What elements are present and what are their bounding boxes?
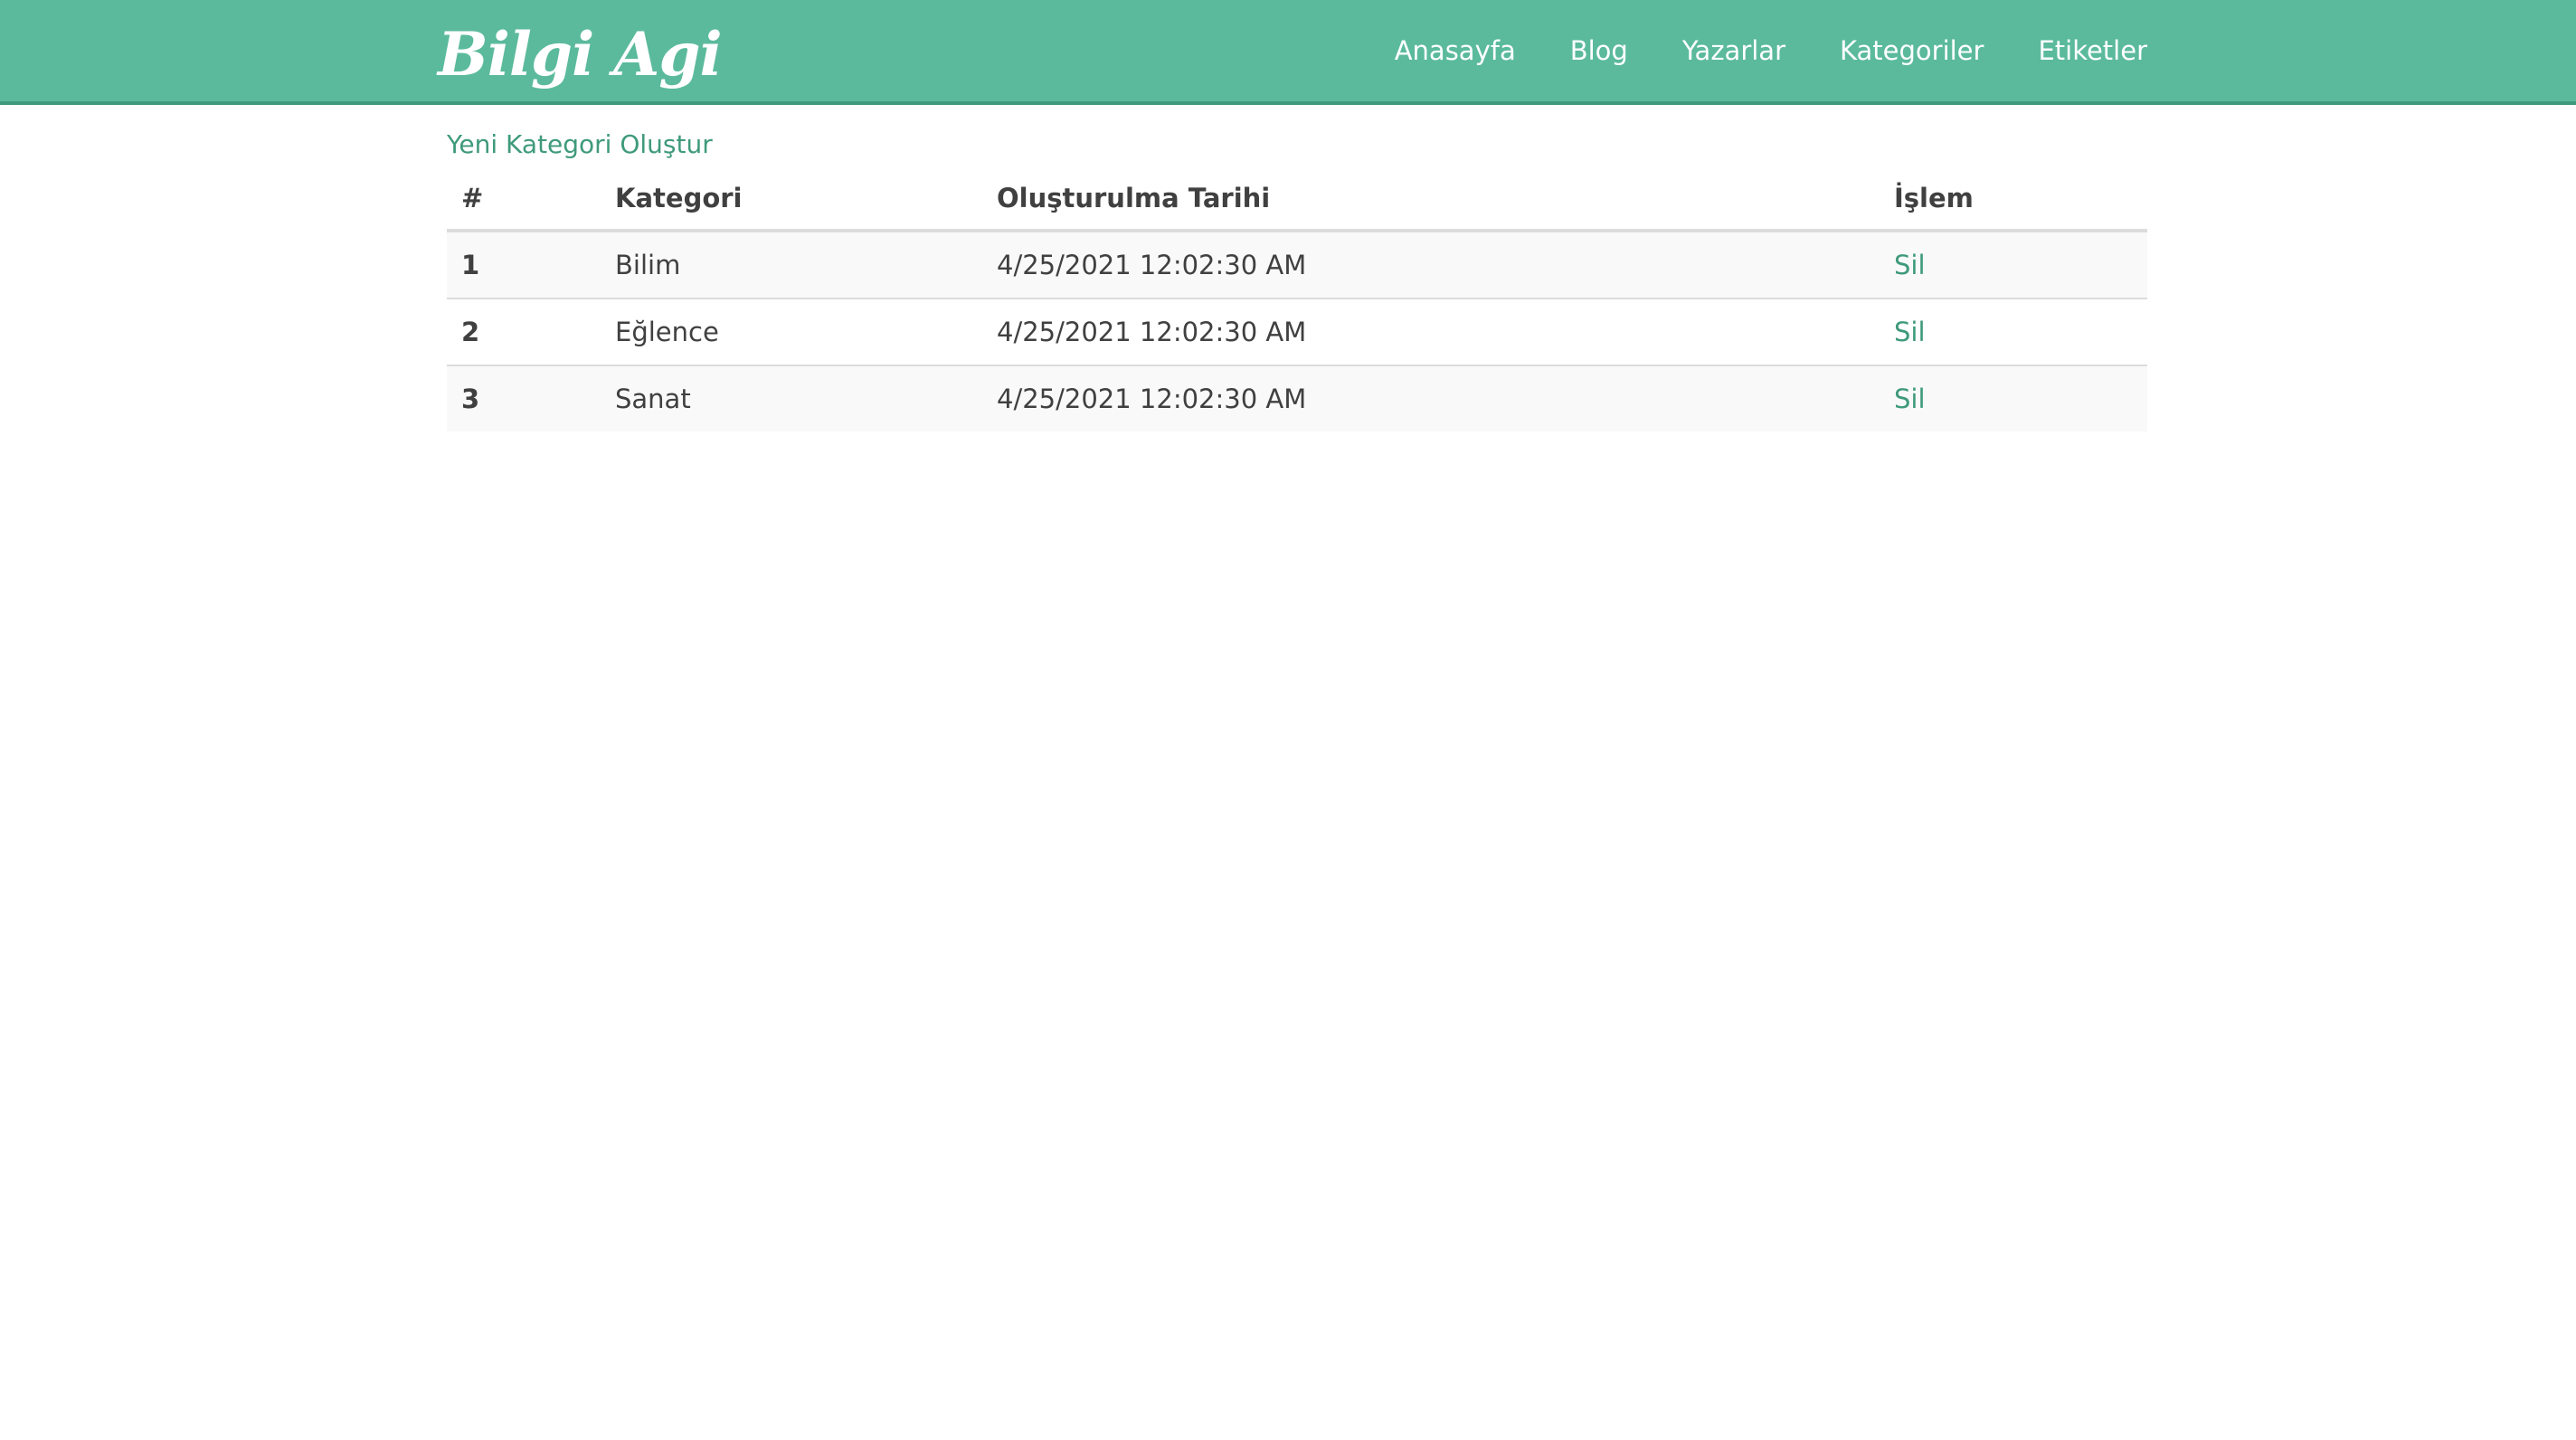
nav-link-etiketler[interactable]: Etiketler	[2038, 35, 2147, 66]
row-number: 1	[447, 231, 601, 299]
row-number: 3	[461, 384, 480, 414]
table-header-row: # Kategori Oluşturulma Tarihi İşlem	[447, 167, 2147, 232]
table-row: 1 Bilim 4/25/2021 12:02:30 AM Sil	[447, 231, 2147, 299]
new-category-link[interactable]: Yeni Kategori Oluştur	[447, 122, 2147, 167]
created-date: 4/25/2021 12:02:30 AM	[982, 298, 1880, 366]
column-header-action: İşlem	[1880, 167, 2147, 232]
main-nav: Anasayfa Blog Yazarlar Kategoriler Etike…	[1395, 25, 2147, 76]
created-date: 4/25/2021 12:02:30 AM	[982, 231, 1880, 299]
nav-link-kategoriler[interactable]: Kategoriler	[1840, 35, 1984, 66]
table-body: 1 Bilim 4/25/2021 12:02:30 AM Sil 2 Eğle…	[447, 231, 2147, 431]
delete-link[interactable]: Sil	[1894, 384, 1926, 414]
column-header-category: Kategori	[601, 167, 982, 232]
nav-link-blog[interactable]: Blog	[1570, 35, 1628, 66]
top-navbar: Bilgi Agi Anasayfa Blog Yazarlar Kategor…	[0, 0, 2576, 105]
category-name: Sanat	[615, 384, 691, 414]
categories-table: # Kategori Oluşturulma Tarihi İşlem 1 Bi…	[447, 167, 2147, 431]
category-name: Eğlence	[601, 298, 982, 366]
table-row: 2 Eğlence 4/25/2021 12:02:30 AM Sil	[447, 298, 2147, 366]
category-name: Bilim	[601, 231, 982, 299]
action-cell: Sil	[1880, 298, 2147, 366]
delete-link[interactable]: Sil	[1894, 250, 1926, 280]
column-header-created-date: Oluşturulma Tarihi	[982, 167, 1880, 232]
delete-link[interactable]: Sil	[1894, 317, 1926, 347]
column-header-number: #	[447, 167, 601, 232]
table-row: 3 Sanat 4/25/2021 12:02:30 AM Sil	[447, 365, 2147, 431]
brand-logo[interactable]: Bilgi Agi	[438, 11, 723, 98]
row-number: 2	[447, 298, 601, 366]
action-cell: Sil	[1880, 231, 2147, 299]
created-date: 4/25/2021 12:02:30 AM	[997, 384, 1307, 414]
nav-link-yazarlar[interactable]: Yazarlar	[1682, 35, 1785, 66]
main-content: Yeni Kategori Oluştur # Kategori Oluştur…	[447, 122, 2147, 431]
action-cell: Sil	[1880, 365, 2147, 431]
nav-link-anasayfa[interactable]: Anasayfa	[1395, 35, 1516, 66]
table-header: # Kategori Oluşturulma Tarihi İşlem	[447, 167, 2147, 232]
